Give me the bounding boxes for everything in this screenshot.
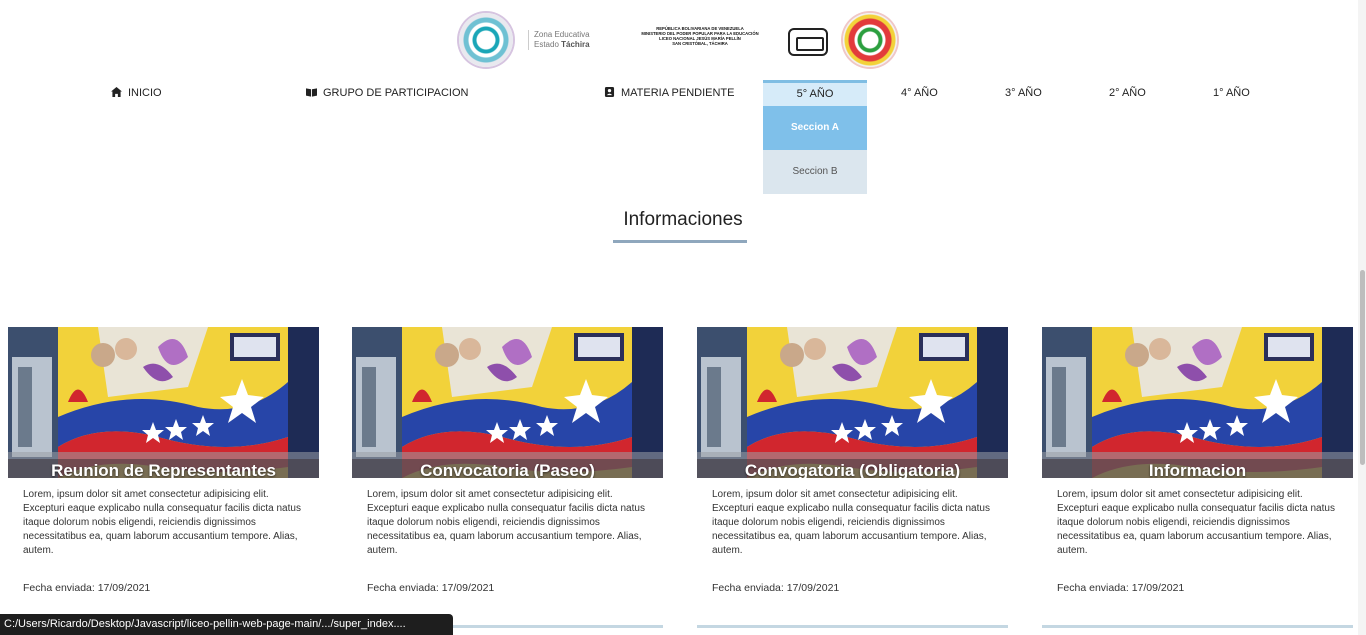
zona-line1: Zona Educativa [534, 30, 590, 39]
nav-1-ano-label: 1° AÑO [1213, 87, 1250, 99]
section-title: Informaciones [623, 209, 743, 230]
nav-5-ano[interactable]: 5° AÑO [763, 80, 867, 106]
card-bottom-border [697, 625, 1008, 628]
card-title: Reunion de Representantes [51, 461, 276, 478]
mural-image [8, 327, 319, 478]
card-image: Informacion [1042, 327, 1353, 478]
nav-4-ano-label: 4° AÑO [901, 87, 938, 99]
section-title-underline [613, 240, 747, 243]
card-body: Lorem, ipsum dolor sit amet consectetur … [712, 489, 990, 556]
year-dropdown-menu: Seccion A Seccion B [763, 106, 867, 194]
page-scrollbar[interactable] [1358, 0, 1366, 635]
nav-3-ano[interactable]: 3° AÑO [1005, 80, 1042, 106]
nav-grupo-participacion[interactable]: GRUPO DE PARTICIPACION [306, 80, 468, 106]
card-body: Lorem, ipsum dolor sit amet consectetur … [367, 489, 645, 556]
ministry-line-4: SAN CRISTÓBAL, TÁCHIRA [672, 41, 728, 46]
contact-card-icon [604, 87, 615, 97]
card-body: Lorem, ipsum dolor sit amet consectetur … [1057, 489, 1335, 556]
nav-materia-pendiente[interactable]: MATERIA PENDIENTE [604, 80, 734, 106]
card-image: Reunion de Representantes [8, 327, 319, 478]
nav-2-ano[interactable]: 2° AÑO [1109, 80, 1146, 106]
home-icon [111, 87, 122, 97]
mural-image [352, 327, 663, 478]
main-nav: INICIO GRUPO DE PARTICIPACION MATERIA PE… [0, 80, 1366, 106]
zona-line2-bold: Táchira [561, 40, 590, 49]
nav-inicio-label: INICIO [128, 87, 162, 99]
nav-materia-label: MATERIA PENDIENTE [621, 87, 735, 99]
info-card-1[interactable]: Reunion de Representantes Lorem, ipsum d… [8, 327, 319, 628]
ministry-logo: REPÚBLICA BOLIVARIANA DE VENEZUELA MINIS… [612, 26, 828, 60]
card-bottom-border [1042, 625, 1353, 628]
card-image: Convogatoria (Obligatoria) [697, 327, 1008, 478]
card-date: Fecha enviada: 17/09/2021 [23, 582, 151, 594]
zona-line2-prefix: Estado [534, 40, 559, 49]
nav-inicio[interactable]: INICIO [111, 80, 162, 106]
card-title: Convogatoria (Obligatoria) [744, 461, 961, 478]
card-image: Convocatoria (Paseo) [352, 327, 663, 478]
school-logo [843, 13, 897, 67]
card-title: Convocatoria (Paseo) [420, 461, 595, 478]
card-date: Fecha enviada: 17/09/2021 [367, 582, 495, 594]
card-body: Lorem, ipsum dolor sit amet consectetur … [23, 489, 301, 556]
dropdown-seccion-b[interactable]: Seccion B [763, 150, 867, 194]
scrollbar-thumb[interactable] [1360, 270, 1365, 465]
site-header: Zona Educativa Estado Táchira REPÚBLICA … [0, 10, 1366, 72]
nav-4-ano[interactable]: 4° AÑO [901, 80, 938, 106]
nav-grupo-label: GRUPO DE PARTICIPACION [323, 87, 469, 99]
mural-image [697, 327, 1008, 478]
card-title: Informacion [1148, 461, 1247, 478]
dropdown-seccion-a[interactable]: Seccion A [763, 106, 867, 150]
card-date: Fecha enviada: 17/09/2021 [1057, 582, 1185, 594]
nav-1-ano[interactable]: 1° AÑO [1213, 80, 1250, 106]
card-date: Fecha enviada: 17/09/2021 [712, 582, 840, 594]
zona-educativa-text: Zona Educativa Estado Táchira [528, 30, 590, 50]
mural-image [1042, 327, 1353, 478]
nav-3-ano-label: 3° AÑO [1005, 87, 1042, 99]
zona-educativa-logo [459, 13, 513, 67]
info-card-3[interactable]: Convogatoria (Obligatoria) Lorem, ipsum … [697, 327, 1008, 628]
nav-5-ano-label: 5° AÑO [796, 88, 834, 100]
nav-2-ano-label: 2° AÑO [1109, 87, 1146, 99]
school-seal-icon [788, 28, 828, 56]
book-icon [306, 88, 317, 97]
info-card-2[interactable]: Convocatoria (Paseo) Lorem, ipsum dolor … [352, 327, 663, 628]
info-card-4[interactable]: Informacion Lorem, ipsum dolor sit amet … [1042, 327, 1353, 628]
browser-status-url: C:/Users/Ricardo/Desktop/Javascript/lice… [0, 614, 453, 635]
